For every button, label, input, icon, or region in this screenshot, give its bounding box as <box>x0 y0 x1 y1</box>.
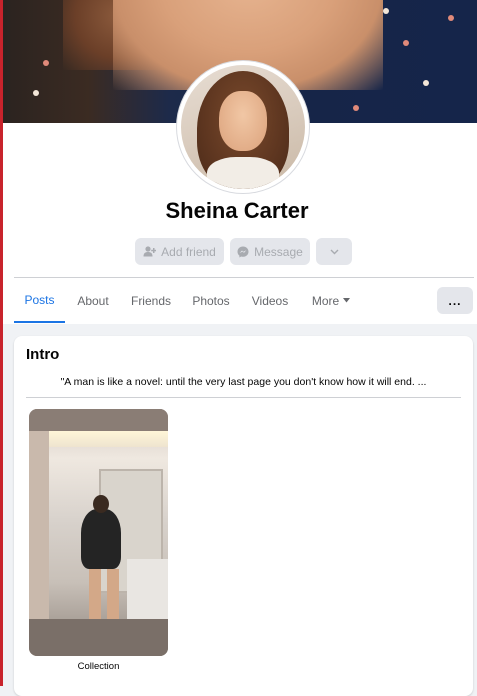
cover-flower <box>448 15 454 21</box>
overflow-menu-button[interactable]: ... <box>437 287 473 314</box>
add-friend-label: Add friend <box>161 244 216 259</box>
chevron-down-icon <box>330 249 338 254</box>
tab-more-label: More <box>311 293 340 308</box>
tab-friends[interactable]: Friends <box>124 278 178 323</box>
profile-name: Sheina Carter <box>165 198 309 223</box>
profile-tabs: Posts About Friends Photos Videos More <box>0 278 477 324</box>
tab-about[interactable]: About <box>68 278 118 323</box>
tab-photos-label: Photos <box>192 293 230 308</box>
more-dots-icon: ... <box>448 293 462 308</box>
cover-flower <box>403 40 409 46</box>
add-friend-button[interactable]: Add friend <box>135 238 224 265</box>
tab-videos[interactable]: Videos <box>244 278 296 323</box>
tab-posts[interactable]: Posts <box>14 278 65 323</box>
cover-flower <box>33 90 39 96</box>
window-edge <box>0 0 3 686</box>
tab-more[interactable]: More <box>302 278 360 323</box>
cover-flower <box>383 8 389 14</box>
cover-flower <box>353 105 359 111</box>
tab-posts-label: Posts <box>24 292 55 307</box>
tab-videos-label: Videos <box>251 293 289 308</box>
profile-avatar[interactable] <box>181 65 305 189</box>
featured-collection-label[interactable]: Collection <box>29 661 168 672</box>
intro-divider <box>26 397 461 398</box>
add-friend-icon <box>143 246 157 257</box>
tab-photos[interactable]: Photos <box>185 278 237 323</box>
more-actions-button[interactable] <box>316 238 352 265</box>
featured-collection-photo[interactable] <box>29 409 168 656</box>
intro-bio: "A man is like a novel: until the very l… <box>60 376 427 388</box>
intro-title: Intro <box>26 346 60 363</box>
message-button[interactable]: Message <box>230 238 310 265</box>
cover-flower <box>43 60 49 66</box>
intro-card: Intro "A man is like a novel: until the … <box>14 336 473 696</box>
messenger-icon <box>237 246 249 257</box>
tab-friends-label: Friends <box>130 293 171 308</box>
message-label: Message <box>254 244 303 259</box>
tab-about-label: About <box>77 293 109 308</box>
cover-flower <box>423 80 429 86</box>
caret-down-icon <box>343 298 351 303</box>
